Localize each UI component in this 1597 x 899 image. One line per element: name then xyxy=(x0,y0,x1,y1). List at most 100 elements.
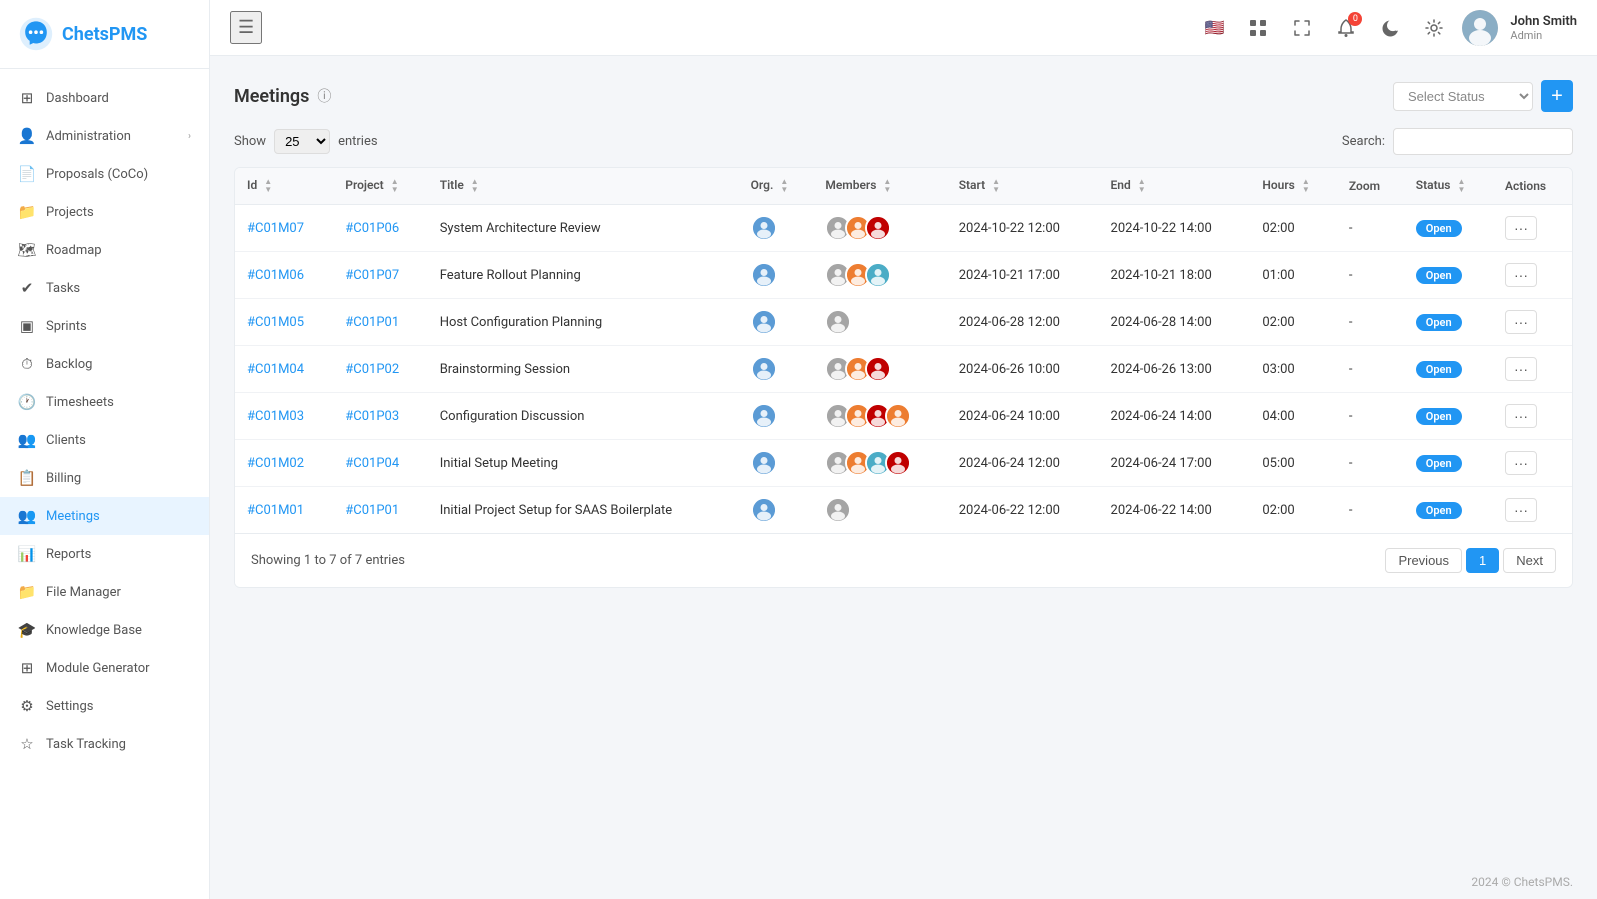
meeting-id-link[interactable]: #C01M02 xyxy=(247,456,304,471)
end-date: 2024-06-22 14:00 xyxy=(1099,487,1251,534)
settings-icon: ⚙ xyxy=(18,697,36,715)
sidebar-logo: ChetsPMS xyxy=(0,0,209,69)
status-badge: Open xyxy=(1416,408,1462,425)
meeting-id-link[interactable]: #C01M01 xyxy=(247,503,304,518)
sidebar-item-dashboard[interactable]: ⊞ Dashboard xyxy=(0,79,209,117)
sidebar-item-module-generator[interactable]: ⊞ Module Generator xyxy=(0,649,209,687)
actions-cell: ··· xyxy=(1493,346,1572,393)
actions-button[interactable]: ··· xyxy=(1505,310,1537,334)
project-id-link[interactable]: #C01P02 xyxy=(345,362,399,377)
hamburger-button[interactable]: ☰ xyxy=(230,11,262,44)
sidebar-item-roadmap[interactable]: 🗺 Roadmap xyxy=(0,231,209,269)
project-id-link[interactable]: #C01P06 xyxy=(345,221,399,236)
notification-icon[interactable]: 0 xyxy=(1330,12,1362,44)
hours: 05:00 xyxy=(1250,440,1337,487)
previous-button[interactable]: Previous xyxy=(1385,548,1462,573)
showing-text: Showing 1 to 7 of 7 entries xyxy=(251,553,405,568)
header: ☰ 🇺🇸 0 xyxy=(210,0,1597,56)
zoom: - xyxy=(1337,487,1404,534)
gear-icon[interactable] xyxy=(1418,12,1450,44)
table-row: #C01M01 #C01P01 Initial Project Setup for … xyxy=(235,487,1572,534)
project-id-link[interactable]: #C01P07 xyxy=(345,268,399,283)
col-start[interactable]: Start ▲▼ xyxy=(947,168,1099,205)
project-id-link[interactable]: #C01P01 xyxy=(345,315,399,330)
meeting-id-link[interactable]: #C01M07 xyxy=(247,221,304,236)
sidebar-item-clients[interactable]: 👥 Clients xyxy=(0,421,209,459)
apps-grid-icon[interactable] xyxy=(1242,12,1274,44)
end-date: 2024-06-24 17:00 xyxy=(1099,440,1251,487)
knowledge-base-icon: 🎓 xyxy=(18,621,36,639)
end-date: 2024-06-28 14:00 xyxy=(1099,299,1251,346)
status-cell: Open xyxy=(1404,393,1493,440)
status-badge: Open xyxy=(1416,267,1462,284)
col-org[interactable]: Org. ▲▼ xyxy=(739,168,814,205)
tasks-icon: ✔ xyxy=(18,279,36,297)
avatar[interactable] xyxy=(1462,10,1498,46)
flag-icon-container[interactable]: 🇺🇸 xyxy=(1198,12,1230,44)
project-id-link[interactable]: #C01P01 xyxy=(345,503,399,518)
org-cell xyxy=(739,487,814,534)
actions-button[interactable]: ··· xyxy=(1505,263,1537,287)
org-cell xyxy=(739,440,814,487)
flag-icon: 🇺🇸 xyxy=(1204,18,1224,37)
search-input[interactable] xyxy=(1393,128,1573,155)
sidebar-item-proposals[interactable]: 📄 Proposals (CoCo) xyxy=(0,155,209,193)
sidebar-item-file-manager[interactable]: 📁 File Manager xyxy=(0,573,209,611)
actions-button[interactable]: ··· xyxy=(1505,451,1537,475)
col-title[interactable]: Title ▲▼ xyxy=(428,168,739,205)
sidebar-item-backlog[interactable]: ⏱ Backlog xyxy=(0,345,209,383)
page-info-icon[interactable]: ⓘ xyxy=(317,86,331,106)
start-date: 2024-06-28 12:00 xyxy=(947,299,1099,346)
col-end[interactable]: End ▲▼ xyxy=(1099,168,1251,205)
hours: 04:00 xyxy=(1250,393,1337,440)
sidebar-item-knowledge-base[interactable]: 🎓 Knowledge Base xyxy=(0,611,209,649)
col-hours[interactable]: Hours ▲▼ xyxy=(1250,168,1337,205)
add-meeting-button[interactable]: + xyxy=(1541,80,1573,112)
meeting-id-link[interactable]: #C01M04 xyxy=(247,362,304,377)
meeting-id-link[interactable]: #C01M03 xyxy=(247,409,304,424)
org-cell xyxy=(739,346,814,393)
meeting-title: Initial Project Setup for SAAS Boilerpla… xyxy=(428,487,739,534)
col-zoom[interactable]: Zoom xyxy=(1337,168,1404,205)
entries-select[interactable]: 25 10 50 100 xyxy=(274,129,330,154)
actions-button[interactable]: ··· xyxy=(1505,216,1537,240)
col-members[interactable]: Members ▲▼ xyxy=(813,168,946,205)
administration-icon: 👤 xyxy=(18,127,36,145)
sidebar-item-reports[interactable]: 📊 Reports xyxy=(0,535,209,573)
table-row: #C01M04#C01P02Brainstorming Session2024-… xyxy=(235,346,1572,393)
col-project[interactable]: Project ▲▼ xyxy=(333,168,427,205)
sidebar-navigation: ⊞ Dashboard 👤 Administration › 📄 Proposa… xyxy=(0,69,209,899)
backlog-icon: ⏱ xyxy=(18,355,36,373)
col-id[interactable]: Id ▲▼ xyxy=(235,168,333,205)
fullscreen-icon[interactable] xyxy=(1286,12,1318,44)
sidebar-item-projects[interactable]: 📁 Projects xyxy=(0,193,209,231)
actions-button[interactable]: ··· xyxy=(1505,498,1537,522)
meeting-id-link[interactable]: #C01M06 xyxy=(247,268,304,283)
actions-button[interactable]: ··· xyxy=(1505,357,1537,381)
sidebar-item-tasks[interactable]: ✔ Tasks xyxy=(0,269,209,307)
next-button[interactable]: Next xyxy=(1503,548,1556,573)
sidebar-item-sprints[interactable]: ▣ Sprints xyxy=(0,307,209,345)
col-status[interactable]: Status ▲▼ xyxy=(1404,168,1493,205)
meeting-title: System Architecture Review xyxy=(428,205,739,252)
project-id-link[interactable]: #C01P03 xyxy=(345,409,399,424)
search-label: Search: xyxy=(1342,134,1385,149)
meetings-icon: 👥 xyxy=(18,507,36,525)
page-1-button[interactable]: 1 xyxy=(1466,548,1499,573)
dark-mode-icon[interactable] xyxy=(1374,12,1406,44)
sidebar-item-settings[interactable]: ⚙ Settings xyxy=(0,687,209,725)
page-body: Meetings ⓘ Select Status Open Closed + S… xyxy=(210,56,1597,865)
members-cell xyxy=(813,252,946,299)
sidebar-item-meetings[interactable]: 👥 Meetings xyxy=(0,497,209,535)
meeting-id-link[interactable]: #C01M05 xyxy=(247,315,304,330)
status-select[interactable]: Select Status Open Closed xyxy=(1393,82,1533,111)
org-cell xyxy=(739,299,814,346)
project-id-link[interactable]: #C01P04 xyxy=(345,456,399,471)
sidebar-item-timesheets[interactable]: 🕐 Timesheets xyxy=(0,383,209,421)
roadmap-icon: 🗺 xyxy=(18,241,36,259)
sidebar-item-administration[interactable]: 👤 Administration › xyxy=(0,117,209,155)
table-row: #C01M02#C01P04Initial Setup Meeting2024-… xyxy=(235,440,1572,487)
sidebar-item-billing[interactable]: 📋 Billing xyxy=(0,459,209,497)
actions-button[interactable]: ··· xyxy=(1505,404,1537,428)
sidebar-item-task-tracking[interactable]: ☆ Task Tracking xyxy=(0,725,209,763)
